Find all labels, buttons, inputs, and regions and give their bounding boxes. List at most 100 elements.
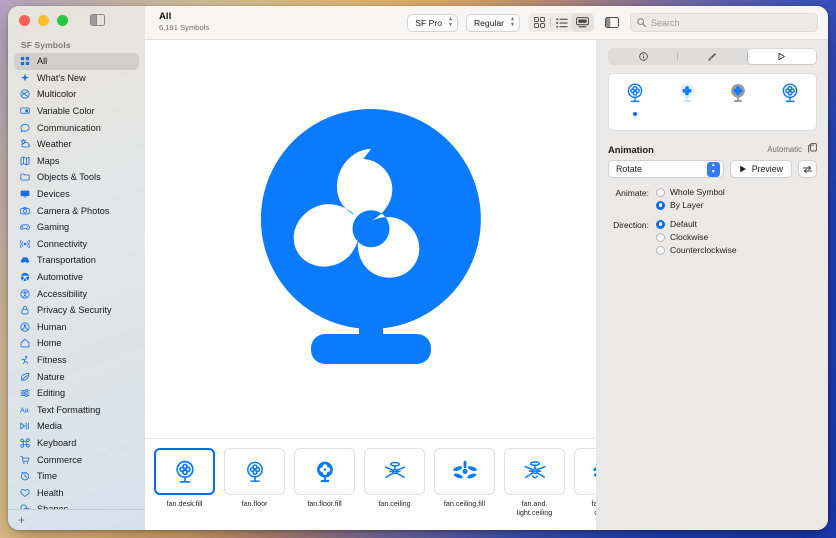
preview-button-label: Preview <box>751 164 783 174</box>
sidebar-item-objects-tools[interactable]: Objects & Tools <box>14 169 139 186</box>
sidebar-item-keyboard[interactable]: Keyboard <box>14 435 139 452</box>
sidebar-item-accessibility[interactable]: Accessibility <box>14 285 139 302</box>
animate-option-by-layer[interactable]: By Layer <box>656 200 725 210</box>
radio-button[interactable] <box>656 245 665 255</box>
sidebar-item-text-formatting[interactable]: Aa Text Formatting <box>14 401 139 418</box>
lock-icon <box>19 305 31 315</box>
sidebar: SF Symbols All What's New Multicolor Variab… <box>8 6 145 530</box>
direction-group: Direction: Default Clockwise Counterclockw… <box>608 219 817 255</box>
sidebar-item-commerce[interactable]: Commerce <box>14 451 139 468</box>
play-icon <box>739 165 746 173</box>
minimize-button[interactable] <box>38 14 49 26</box>
preview-button[interactable]: Preview <box>729 160 792 178</box>
sidebar-item-gaming[interactable]: Gaming <box>14 219 139 236</box>
radio-label: Default <box>670 219 697 229</box>
radio-button[interactable] <box>656 219 665 229</box>
symbol-cell[interactable]: fan.and. light.ceiling <box>504 448 565 517</box>
animate-option-whole-symbol[interactable]: Whole Symbol <box>656 187 725 197</box>
accessibility-icon <box>19 289 31 299</box>
heart-icon <box>19 488 31 498</box>
render-mode-multicolor[interactable] <box>768 82 812 116</box>
steeringwheel-icon <box>19 272 31 282</box>
layers-tab[interactable] <box>678 49 746 64</box>
car-icon <box>19 255 31 265</box>
house-icon <box>19 338 31 348</box>
sidebar-item-label: Variable Color <box>37 106 95 117</box>
symbol-cell[interactable]: fan.and.ceiling <box>574 448 596 517</box>
sidebar-toggle-icon[interactable] <box>90 14 105 26</box>
render-mode-palette[interactable] <box>716 82 760 116</box>
sidebar-item-label: Camera & Photos <box>37 205 110 216</box>
sidebar-item-maps[interactable]: Maps <box>14 153 139 170</box>
sidebar-item-camera-photos[interactable]: Camera & Photos <box>14 202 139 219</box>
animation-tab[interactable] <box>747 49 816 64</box>
symbol-name-label: fan.ceiling.fill <box>443 499 486 508</box>
sidebar-item-media[interactable]: Media <box>14 418 139 435</box>
add-collection-button[interactable]: + <box>18 513 25 527</box>
sidebar-item-label: Time <box>37 471 58 482</box>
grid-icon <box>19 56 31 66</box>
sidebar-item-communication[interactable]: Communication <box>14 119 139 136</box>
symbol-cell[interactable]: fan.ceiling.fill <box>434 448 495 508</box>
radio-button[interactable] <box>656 187 665 197</box>
sidebar-item-all[interactable]: All <box>14 53 139 70</box>
inspector-panel: Animation Automatic Rotate ▲ ▼ Preview A… <box>597 40 828 530</box>
symbol-thumbnail <box>224 448 285 495</box>
sidebar-item-weather[interactable]: Weather <box>14 136 139 153</box>
sidebar-item-nature[interactable]: Nature <box>14 368 139 385</box>
sidebar-item-privacy-security[interactable]: Privacy & Security <box>14 302 139 319</box>
font-weight-popup[interactable]: Regular ▲ ▼ <box>465 13 520 32</box>
info-circle-icon <box>638 52 648 61</box>
symbol-grid-strip: fan.desk.fill fan.floor fan.floor.fill fan.… <box>145 438 596 530</box>
figure-run-icon <box>19 355 31 365</box>
sidebar-item-label: Gaming <box>37 222 70 233</box>
symbol-cell[interactable]: fan.floor <box>224 448 285 508</box>
symbol-thumbnail <box>154 448 215 495</box>
sidebar-item-shapes[interactable]: Shapes <box>14 501 139 509</box>
radio-button[interactable] <box>656 200 665 210</box>
sidebar-item-time[interactable]: Time <box>14 468 139 485</box>
symbol-thumbnail <box>434 448 495 495</box>
sidebar-item-multicolor[interactable]: Multicolor <box>14 86 139 103</box>
direction-option-clockwise[interactable]: Clockwise <box>656 232 737 242</box>
sidebar-item-label: All <box>37 56 48 67</box>
render-mode-monochrome[interactable] <box>613 82 657 116</box>
direction-option-counterclockwise[interactable]: Counterclockwise <box>656 245 737 255</box>
render-mode-previews <box>608 73 817 131</box>
gallery-view-icon[interactable] <box>572 14 593 31</box>
sidebar-item-variable-color[interactable]: Variable Color <box>14 103 139 120</box>
sidebar-item-devices[interactable]: Devices <box>14 186 139 203</box>
sidebar-item-what-s-new[interactable]: What's New <box>14 70 139 87</box>
sidebar-item-health[interactable]: Health <box>14 484 139 501</box>
sidebar-item-editing[interactable]: Editing <box>14 385 139 402</box>
search-input[interactable]: Search <box>630 13 818 32</box>
animation-select[interactable]: Rotate ▲ ▼ <box>608 160 724 178</box>
sidebar-item-human[interactable]: Human <box>14 319 139 336</box>
symbol-cell[interactable]: fan.ceiling <box>364 448 425 508</box>
sliders-icon <box>19 388 31 398</box>
sidebar-item-transportation[interactable]: Transportation <box>14 252 139 269</box>
zoom-button[interactable] <box>57 14 68 26</box>
radio-button[interactable] <box>656 232 665 242</box>
sidebar-item-fitness[interactable]: Fitness <box>14 352 139 369</box>
sidebar-item-connectivity[interactable]: Connectivity <box>14 236 139 253</box>
fan-desk-glyph <box>175 460 194 483</box>
symbol-cell[interactable]: fan.floor.fill <box>294 448 355 508</box>
render-mode-hierarchical[interactable] <box>665 82 709 116</box>
font-weight-value: Regular <box>473 17 505 28</box>
close-button[interactable] <box>19 14 30 26</box>
sidebar-item-home[interactable]: Home <box>14 335 139 352</box>
bubble-icon <box>19 123 31 133</box>
sidebar-item-automotive[interactable]: Automotive <box>14 269 139 286</box>
sidebar-item-label: Editing <box>37 388 66 399</box>
font-family-popup[interactable]: SF Pro ▲ ▼ <box>407 13 458 32</box>
grid-view-icon[interactable] <box>529 14 550 31</box>
symbol-cell[interactable]: fan.desk.fill <box>154 448 215 508</box>
copy-icon[interactable] <box>808 143 817 155</box>
loop-button[interactable] <box>798 160 817 178</box>
info-tab[interactable] <box>609 49 677 64</box>
direction-option-default[interactable]: Default <box>656 219 737 229</box>
list-view-icon[interactable] <box>551 14 572 31</box>
inspector-toggle-icon[interactable] <box>602 14 622 31</box>
render-mode-selected-indicator <box>788 112 792 116</box>
